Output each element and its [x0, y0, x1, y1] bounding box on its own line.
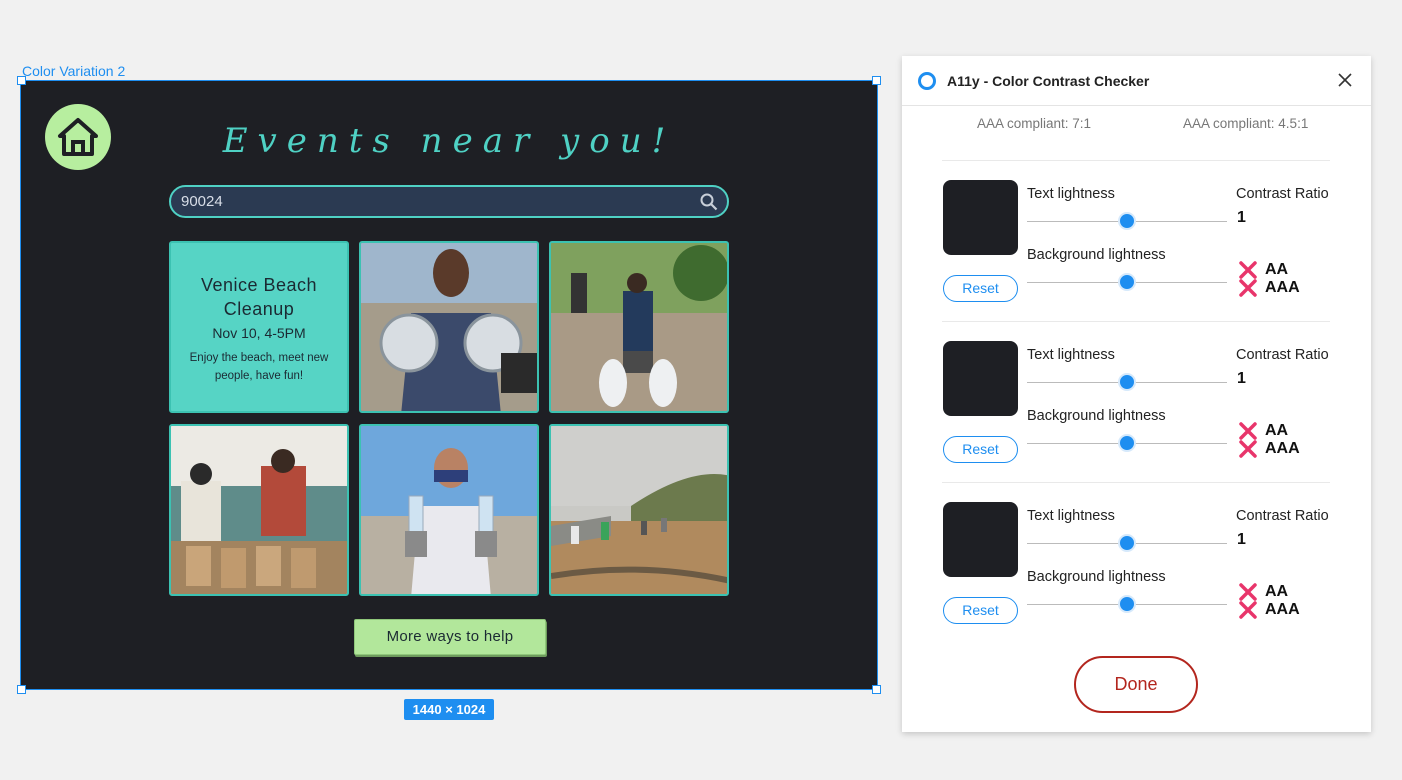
text-lightness-label: Text lightness: [1027, 508, 1115, 524]
compliance-text-right: AAA compliant: 4.5:1: [1183, 116, 1309, 131]
slider-thumb[interactable]: [1118, 595, 1136, 613]
photo-person-holding-bottles: [361, 426, 537, 594]
contrast-ratio-value: 1: [1237, 531, 1246, 548]
more-ways-button[interactable]: More ways to help: [354, 619, 546, 655]
reset-button[interactable]: Reset: [943, 436, 1018, 463]
photo-tile-walkers[interactable]: [549, 241, 729, 413]
contrast-ratio-value: 1: [1237, 370, 1246, 387]
event-description: Enjoy the beach, meet new people, have f…: [189, 352, 329, 382]
divider: [942, 321, 1330, 322]
background-lightness-slider[interactable]: [1027, 595, 1227, 613]
fail-x-icon: [1239, 261, 1257, 279]
aaa-label: AAA: [1265, 440, 1300, 457]
fail-x-icon: [1239, 601, 1257, 619]
aaa-label: AAA: [1265, 279, 1300, 296]
background-lightness-label: Background lightness: [1027, 247, 1166, 263]
background-lightness-label: Background lightness: [1027, 408, 1166, 424]
frame-size-badge: 1440 × 1024: [404, 699, 494, 720]
plugin-title: A11y - Color Contrast Checker: [947, 73, 1150, 89]
contrast-block: Reset Text lightness Background lightnes…: [902, 180, 1371, 320]
fail-x-icon: [1239, 440, 1257, 458]
background-lightness-label: Background lightness: [1027, 569, 1166, 585]
resize-handle-bottom-left[interactable]: [17, 685, 26, 694]
contrast-ratio-value: 1: [1237, 209, 1246, 226]
event-card[interactable]: Venice Beach Cleanup Nov 10, 4-5PM Enjoy…: [169, 241, 349, 413]
contrast-block: Reset Text lightness Background lightnes…: [902, 341, 1371, 481]
fail-x-icon: [1239, 583, 1257, 601]
text-lightness-label: Text lightness: [1027, 186, 1115, 202]
text-lightness-slider[interactable]: [1027, 534, 1227, 552]
slider-thumb[interactable]: [1118, 534, 1136, 552]
search-icon[interactable]: [700, 193, 718, 211]
slider-thumb[interactable]: [1118, 434, 1136, 452]
plugin-logo-icon: [918, 72, 936, 90]
aaa-label: AAA: [1265, 601, 1300, 618]
frame-label[interactable]: Color Variation 2: [22, 63, 125, 79]
text-lightness-label: Text lightness: [1027, 347, 1115, 363]
design-frame[interactable]: Events near you! 90024 Venice Beach Clea…: [20, 80, 878, 690]
photo-tile-bottles[interactable]: [359, 424, 539, 596]
fail-x-icon: [1239, 279, 1257, 297]
search-input-value: 90024: [181, 193, 223, 210]
color-swatch: [943, 180, 1018, 255]
photo-beach-cleanup-walkers: [551, 243, 727, 411]
resize-handle-top-left[interactable]: [17, 76, 26, 85]
background-lightness-slider[interactable]: [1027, 434, 1227, 452]
aa-label: AA: [1265, 261, 1289, 278]
event-date: Nov 10, 4-5PM: [212, 325, 306, 341]
reset-button[interactable]: Reset: [943, 597, 1018, 624]
divider: [942, 160, 1330, 161]
divider: [942, 482, 1330, 483]
text-lightness-slider[interactable]: [1027, 212, 1227, 230]
color-swatch: [943, 341, 1018, 416]
slider-thumb[interactable]: [1118, 373, 1136, 391]
contrast-ratio-label: Contrast Ratio: [1236, 347, 1329, 363]
contrast-ratio-label: Contrast Ratio: [1236, 186, 1329, 202]
done-button[interactable]: Done: [1074, 656, 1198, 713]
event-title: Venice Beach Cleanup: [200, 275, 318, 319]
aa-label: AA: [1265, 422, 1289, 439]
photo-tile-shoreline[interactable]: [549, 424, 729, 596]
text-lightness-slider[interactable]: [1027, 373, 1227, 391]
compliance-text-left: AAA compliant: 7:1: [977, 116, 1092, 131]
zip-search-input[interactable]: 90024: [169, 185, 729, 218]
panel-header: A11y - Color Contrast Checker: [902, 56, 1371, 106]
photo-tile-lids[interactable]: [359, 241, 539, 413]
photo-tile-packing[interactable]: [169, 424, 349, 596]
contrast-checker-panel: A11y - Color Contrast Checker AAA compli…: [902, 56, 1371, 732]
resize-handle-bottom-right[interactable]: [872, 685, 881, 694]
slider-thumb[interactable]: [1118, 273, 1136, 291]
resize-handle-top-right[interactable]: [872, 76, 881, 85]
photo-beach-cleanup-shoreline: [551, 426, 727, 594]
close-icon[interactable]: [1337, 72, 1353, 88]
contrast-block: Reset Text lightness Background lightnes…: [902, 502, 1371, 642]
page-headline: Events near you!: [222, 121, 676, 161]
fail-x-icon: [1239, 422, 1257, 440]
color-swatch: [943, 502, 1018, 577]
photo-volunteers-packing-bags: [171, 426, 347, 594]
slider-thumb[interactable]: [1118, 212, 1136, 230]
aa-label: AA: [1265, 583, 1289, 600]
background-lightness-slider[interactable]: [1027, 273, 1227, 291]
photo-person-holding-plastic-lids: [361, 243, 537, 411]
reset-button[interactable]: Reset: [943, 275, 1018, 302]
contrast-ratio-label: Contrast Ratio: [1236, 508, 1329, 524]
